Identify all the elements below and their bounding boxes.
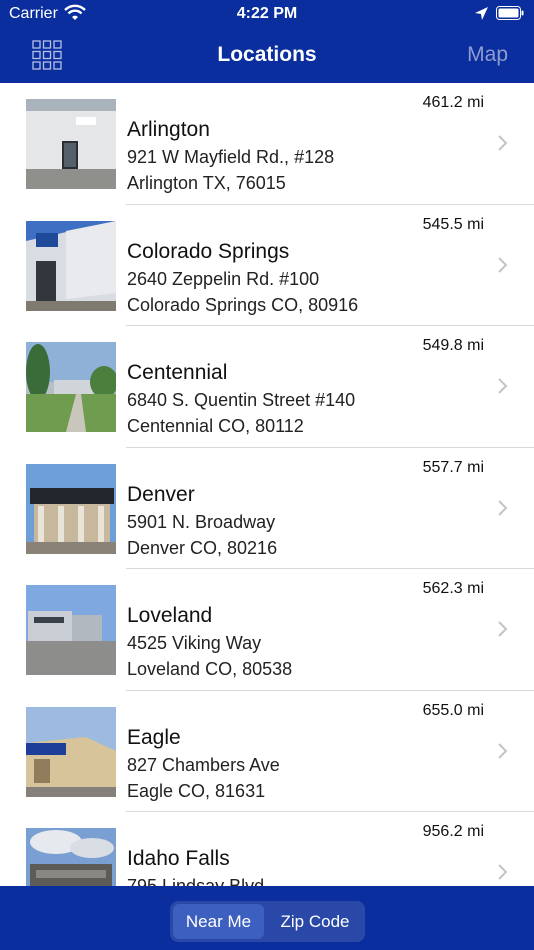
location-name: Idaho Falls xyxy=(127,847,230,870)
location-name: Centennial xyxy=(127,361,228,384)
navigation-bar: Locations Map xyxy=(0,30,534,83)
location-address-line1: 4525 Viking Way xyxy=(127,633,262,653)
location-address-line2: Colorado Springs CO, 80916 xyxy=(127,294,359,315)
location-row-arlington[interactable]: Arlington 921 W Mayfield Rd., #128 Arlin… xyxy=(0,83,534,205)
location-address-line2: Arlington TX, 76015 xyxy=(127,173,286,193)
location-address-line1: 921 W Mayfield Rd., #128 xyxy=(127,147,335,167)
chevron-right-icon xyxy=(498,621,508,637)
chevron-right-icon xyxy=(498,742,508,759)
bottom-bar: Near Me Zip Code xyxy=(0,886,534,950)
location-row-denver[interactable]: Denver 5901 N. Broadway Denver CO, 80216… xyxy=(0,448,534,569)
location-address-line2: Eagle CO, 81631 xyxy=(127,780,266,801)
location-address-line2: Centennial CO, 80112 xyxy=(127,416,304,436)
location-row-eagle[interactable]: Eagle 827 Chambers Ave Eagle CO, 81631 6… xyxy=(0,691,534,812)
location-address-line2: Denver CO, 80216 xyxy=(127,537,278,558)
status-bar: Carrier 4:22 PM xyxy=(0,0,534,30)
location-name: Loveland xyxy=(127,604,213,627)
location-photo xyxy=(26,99,116,189)
search-mode-segmented-control: Near Me Zip Code xyxy=(170,901,365,942)
location-row-loveland[interactable]: Loveland 4525 Viking Way Loveland CO, 80… xyxy=(0,569,534,691)
location-name: Denver xyxy=(127,482,195,506)
near-me-segment[interactable]: Near Me xyxy=(173,904,264,939)
map-button[interactable]: Map xyxy=(467,43,508,67)
chevron-right-icon xyxy=(498,378,508,394)
location-photo xyxy=(26,828,116,886)
location-name: Colorado Springs xyxy=(127,239,290,263)
clock: 4:22 PM xyxy=(236,5,298,22)
location-distance: 461.2 mi xyxy=(422,94,484,111)
location-address-line1: 795 Lindsay Blvd xyxy=(127,876,265,886)
location-address-line1: 6840 S. Quentin Street #140 xyxy=(127,390,356,410)
location-arrow-icon xyxy=(475,7,488,20)
location-row-centennial[interactable]: Centennial 6840 S. Quentin Street #140 C… xyxy=(0,326,534,448)
location-photo xyxy=(26,706,116,797)
page-title: Locations xyxy=(217,43,317,66)
location-distance: 562.3 mi xyxy=(422,580,484,597)
location-distance: 956.2 mi xyxy=(422,823,484,840)
chevron-right-icon xyxy=(498,256,508,273)
location-name: Eagle xyxy=(127,725,181,749)
zip-code-segment[interactable]: Zip Code xyxy=(268,904,362,939)
chevron-right-icon xyxy=(498,135,508,151)
chevron-right-icon xyxy=(498,499,508,516)
location-row-colorado-springs[interactable]: Colorado Springs 2640 Zeppelin Rd. #100 … xyxy=(0,205,534,326)
location-distance: 549.8 mi xyxy=(422,337,484,354)
location-name: Arlington xyxy=(127,118,210,141)
location-row-idaho-falls[interactable]: Idaho Falls 795 Lindsay Blvd 956.2 mi xyxy=(0,812,534,886)
location-photo xyxy=(26,342,116,432)
locations-list: Arlington 921 W Mayfield Rd., #128 Arlin… xyxy=(0,83,534,886)
location-photo xyxy=(26,463,116,554)
location-address-line1: 827 Chambers Ave xyxy=(127,754,280,775)
battery-icon xyxy=(496,6,524,20)
location-address-line1: 2640 Zeppelin Rd. #100 xyxy=(127,268,320,289)
location-distance: 655.0 mi xyxy=(422,701,484,719)
location-address-line1: 5901 N. Broadway xyxy=(127,511,276,532)
location-photo xyxy=(26,220,116,311)
location-distance: 557.7 mi xyxy=(422,458,484,476)
location-photo xyxy=(26,585,116,675)
location-address-line2: Loveland CO, 80538 xyxy=(127,659,293,679)
chevron-right-icon xyxy=(498,864,508,880)
location-distance: 545.5 mi xyxy=(422,215,484,233)
